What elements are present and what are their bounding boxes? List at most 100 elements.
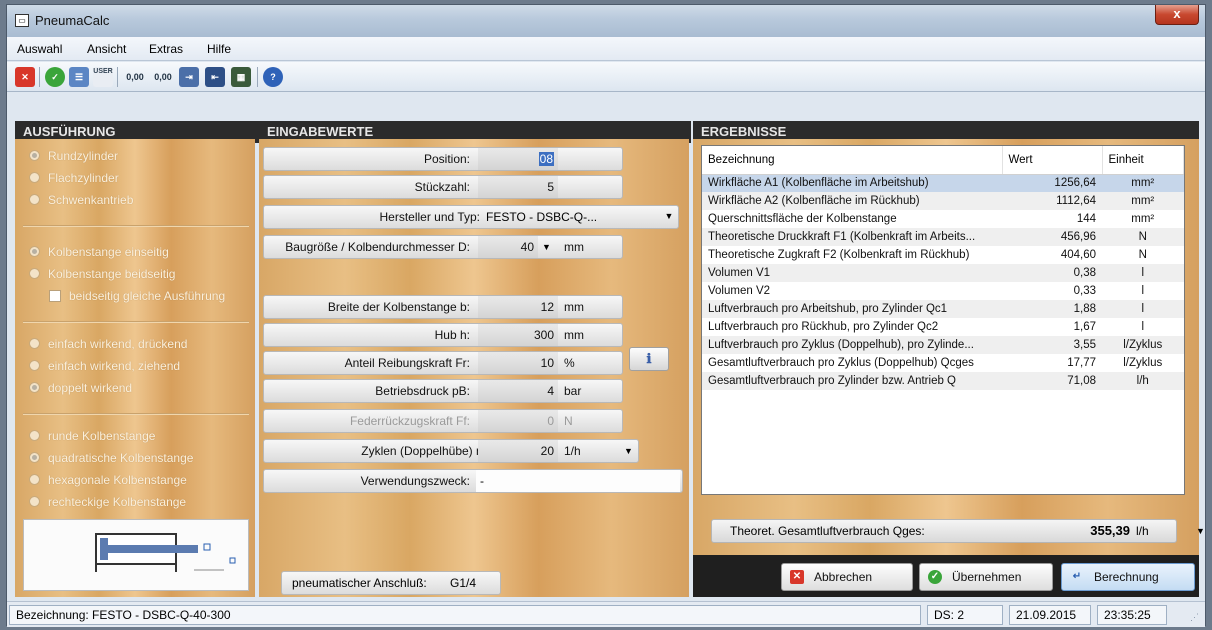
table-row[interactable]: Luftverbrauch pro Arbeitshub, pro Zylind… bbox=[702, 300, 1184, 318]
cell-wert: 0,33 bbox=[1073, 285, 1096, 297]
cycles-input[interactable]: 20 bbox=[478, 440, 558, 462]
table-row[interactable]: Volumen V2 0,33 l bbox=[702, 282, 1184, 300]
total-value: 355,39 bbox=[1090, 523, 1130, 538]
table-row[interactable]: Wirkfläche A1 (Kolbenfläche im Arbeitshu… bbox=[702, 174, 1184, 192]
list-view-icon[interactable]: ☰ bbox=[69, 67, 89, 87]
cell-einheit: l bbox=[1102, 300, 1184, 318]
count-input[interactable]: 5 bbox=[478, 176, 558, 198]
cell-bezeichnung: Luftverbrauch pro Zyklus (Doppelhub), pr… bbox=[702, 336, 1002, 354]
info-icon: ℹ bbox=[646, 351, 652, 366]
cell-wert: 404,60 bbox=[1060, 249, 1096, 261]
cell-einheit: l bbox=[1102, 264, 1184, 282]
cycles-field: Zyklen (Doppelhübe) n: 20 1/h ▼ bbox=[263, 439, 639, 463]
checkmark-icon: ✓ bbox=[928, 570, 942, 584]
purpose-input[interactable]: - bbox=[476, 470, 680, 492]
chevron-down-icon[interactable]: ▼ bbox=[542, 236, 551, 258]
decimal-decrease-icon[interactable]: 0,00 bbox=[151, 67, 175, 87]
cell-einheit: mm² bbox=[1102, 174, 1184, 192]
pressure-label: Betriebsdruck pB: bbox=[375, 384, 470, 398]
chevron-down-icon[interactable]: ▼ bbox=[660, 208, 678, 226]
radio-schwenkantrieb[interactable]: Schwenkantrieb bbox=[29, 193, 133, 207]
table-row[interactable]: Querschnittsfläche der Kolbenstange 144 mm… bbox=[702, 210, 1184, 228]
export-icon[interactable]: ⇥ bbox=[179, 67, 199, 87]
divider bbox=[23, 225, 249, 227]
spring-label: Federrückzugskraft Ff: bbox=[349, 414, 470, 428]
user-settings-icon[interactable]: USER bbox=[93, 67, 113, 87]
menu-auswahl[interactable]: Auswahl bbox=[17, 42, 62, 56]
table-row[interactable]: Theoretische Druckkraft F1 (Kolbenkraft … bbox=[702, 228, 1184, 246]
rod-width-input[interactable]: 12 bbox=[478, 296, 558, 318]
radio-einfach-drueckend[interactable]: einfach wirkend, drückend bbox=[29, 337, 187, 351]
stroke-input[interactable]: 300 bbox=[478, 324, 558, 346]
accept-tool-icon[interactable]: ✓ bbox=[45, 67, 65, 87]
column-header-bezeichnung[interactable]: Bezeichnung bbox=[702, 146, 1003, 175]
input-panel: Position: 08 Stückzahl: 5 Hersteller und… bbox=[259, 139, 689, 597]
window-title: PneumaCalc bbox=[35, 13, 110, 28]
cell-bezeichnung: Gesamtluftverbrauch pro Zyklus (Doppelhu… bbox=[708, 357, 974, 369]
cell-einheit: mm² bbox=[1102, 192, 1184, 210]
cell-bezeichnung: Luftverbrauch pro Rückhub, pro Zylinder … bbox=[708, 321, 939, 333]
column-header-einheit[interactable]: Einheit bbox=[1102, 146, 1184, 175]
friction-input[interactable]: 10 bbox=[478, 352, 558, 374]
radio-rechteckige-kolbenstange[interactable]: rechteckige Kolbenstange bbox=[29, 495, 186, 509]
table-row[interactable]: Gesamtluftverbrauch pro Zyklus (Doppelhu… bbox=[702, 354, 1184, 372]
manufacturer-select[interactable]: FESTO - DSBC-Q-... bbox=[486, 206, 597, 228]
rod-width-label: Breite der Kolbenstange b: bbox=[327, 300, 470, 314]
radio-einfach-ziehend[interactable]: einfach wirkend, ziehend bbox=[29, 359, 180, 373]
cancel-icon: ✕ bbox=[790, 570, 804, 584]
results-table[interactable]: Bezeichnung Wert Einheit Wirkfläche A1 (… bbox=[701, 145, 1185, 495]
size-field: Baugröße / Kolbendurchmesser D: 40 ▼ mm bbox=[263, 235, 623, 259]
cancel-button[interactable]: ✕ Abbrechen bbox=[781, 563, 913, 591]
checkbox-beidseitig-gleich[interactable]: beidseitig gleiche Ausführung bbox=[49, 289, 225, 303]
cell-wert: 1112,64 bbox=[1002, 192, 1102, 210]
app-icon: ▭ bbox=[15, 14, 29, 27]
radio-quadratische-kolbenstange[interactable]: quadratische Kolbenstange bbox=[29, 451, 193, 465]
cell-bezeichnung: Gesamtluftverbrauch pro Zylinder bzw. An… bbox=[702, 372, 1002, 390]
import-icon[interactable]: ⇤ bbox=[205, 67, 225, 87]
table-row[interactable]: Wirkfläche A2 (Kolbenfläche im Rückhub) 1… bbox=[702, 192, 1184, 210]
table-row[interactable]: Theoretische Zugkraft F2 (Kolbenkraft im… bbox=[702, 246, 1184, 264]
close-button[interactable]: x bbox=[1155, 5, 1199, 25]
chevron-down-icon[interactable]: ▼ bbox=[1196, 520, 1205, 542]
button-bar: ✕ Abbrechen ✓ Übernehmen ↵ Berechnung bbox=[693, 555, 1199, 597]
resize-grip-icon[interactable]: ⋰ bbox=[1190, 612, 1199, 623]
accept-button[interactable]: ✓ Übernehmen bbox=[919, 563, 1053, 591]
chevron-down-icon[interactable]: ▼ bbox=[624, 440, 633, 462]
app-window: ▭ PneumaCalc x Auswahl Ansicht Extras Hi… bbox=[6, 4, 1206, 627]
cancel-tool-icon[interactable]: ✕ bbox=[15, 67, 35, 87]
cell-bezeichnung: Theoretische Druckkraft F1 (Kolbenkraft … bbox=[702, 228, 1002, 246]
menu-ansicht[interactable]: Ansicht bbox=[87, 42, 126, 56]
radio-kolbenstange-beidseitig[interactable]: Kolbenstange beidseitig bbox=[29, 267, 175, 281]
cell-wert: 1,88 bbox=[1002, 300, 1102, 318]
info-button[interactable]: ℹ bbox=[629, 347, 669, 371]
radio-hexagonale-kolbenstange[interactable]: hexagonale Kolbenstange bbox=[29, 473, 187, 487]
menu-extras[interactable]: Extras bbox=[149, 42, 183, 56]
table-row[interactable]: Luftverbrauch pro Rückhub, pro Zylinder … bbox=[702, 318, 1184, 336]
radio-indicator bbox=[29, 382, 40, 393]
menu-hilfe[interactable]: Hilfe bbox=[207, 42, 231, 56]
table-row[interactable]: Gesamtluftverbrauch pro Zylinder bzw. An… bbox=[702, 372, 1184, 390]
column-header-wert[interactable]: Wert bbox=[1002, 146, 1103, 175]
radio-rundzylinder[interactable]: Rundzylinder bbox=[29, 149, 118, 163]
help-icon[interactable]: ? bbox=[263, 67, 283, 87]
toolbar-separator bbox=[257, 67, 258, 87]
status-date: 21.09.2015 bbox=[1009, 605, 1091, 625]
radio-indicator bbox=[29, 360, 40, 371]
total-bar: Theoret. Gesamtluftverbrauch Qges: 355,3… bbox=[693, 511, 1205, 551]
cell-einheit: l/Zyklus bbox=[1102, 336, 1184, 354]
decimal-increase-icon[interactable]: 0,00 bbox=[123, 67, 147, 87]
radio-runde-kolbenstange[interactable]: runde Kolbenstange bbox=[29, 429, 155, 443]
count-field: Stückzahl: 5 bbox=[263, 175, 623, 199]
pressure-input[interactable]: 4 bbox=[478, 380, 558, 402]
cell-wert: 3,55 bbox=[1002, 336, 1102, 354]
table-row[interactable]: Luftverbrauch pro Zyklus (Doppelhub), pr… bbox=[702, 336, 1184, 354]
radio-flachzylinder[interactable]: Flachzylinder bbox=[29, 171, 119, 185]
size-input[interactable]: 40 bbox=[478, 236, 538, 258]
calculate-button[interactable]: ↵ Berechnung bbox=[1061, 563, 1195, 591]
radio-doppelt-wirkend[interactable]: doppelt wirkend bbox=[29, 381, 132, 395]
position-input[interactable]: 08 bbox=[478, 148, 558, 170]
friction-field: Anteil Reibungskraft Fr: 10 % bbox=[263, 351, 623, 375]
table-row[interactable]: Volumen V1 0,38 l bbox=[702, 264, 1184, 282]
calculator-icon[interactable]: ▦ bbox=[231, 67, 251, 87]
radio-kolbenstange-einseitig[interactable]: Kolbenstange einseitig bbox=[29, 245, 169, 259]
